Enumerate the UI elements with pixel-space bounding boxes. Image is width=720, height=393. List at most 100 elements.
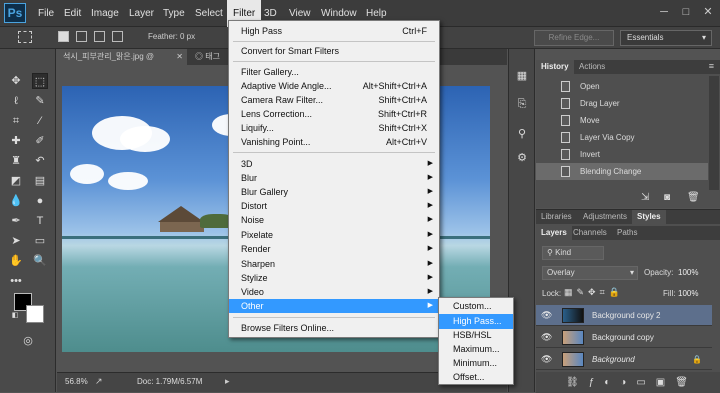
menu-item-vanishing-point[interactable]: Vanishing Point... Alt+Ctrl+V [229,135,439,149]
quick-select-tool-icon[interactable]: ✎ [32,93,48,109]
marquee-tool-icon[interactable]: ⬚ [32,73,48,89]
actions-panel-icon[interactable]: ⎘ [513,95,531,113]
move-tool-icon[interactable]: ✥ [8,73,24,89]
history-row[interactable]: Move [536,112,708,129]
eraser-tool-icon[interactable]: ◩ [8,173,24,189]
tab-paths[interactable]: Paths [612,226,642,240]
quick-mask-icon[interactable]: ◎ [20,333,36,349]
submenu-item-maximum[interactable]: Maximum... [439,342,513,357]
submenu-item-offset[interactable]: Offset... [439,370,513,385]
eye-icon[interactable]: 👁 [541,305,552,326]
layer-row[interactable]: 👁 Background copy 2 [536,305,712,326]
menu-item-browse-online[interactable]: Browse Filters Online... [229,321,439,335]
menu-item-distort[interactable]: Distort ▶ [229,199,439,213]
layer-row[interactable]: 👁 Background 🔒 [536,349,712,370]
clone-stamp-icon[interactable]: ♜ [8,153,24,169]
menu-type[interactable]: Type [157,0,191,27]
menu-image[interactable]: Image [85,0,125,27]
menu-item-convert-smart[interactable]: Convert for Smart Filters [229,44,439,58]
submenu-item-high-pass[interactable]: High Pass... [439,314,513,329]
maximize-icon[interactable]: □ [678,4,694,20]
new-selection-icon[interactable] [58,31,69,42]
history-row[interactable]: Open [536,78,708,95]
panel-menu-icon[interactable]: ≡ [709,61,714,71]
menu-item-adaptive-wide-angle[interactable]: Adaptive Wide Angle... Alt+Shift+Ctrl+A [229,79,439,93]
more-tools-icon[interactable]: ••• [8,273,24,289]
blend-mode-select[interactable]: Overlay ▾ [542,266,638,280]
export-icon[interactable]: ↗ [95,376,103,387]
hand-tool-icon[interactable]: ✋ [8,253,24,269]
history-row[interactable]: Layer Via Copy [536,129,708,146]
dodge-tool-icon[interactable]: ● [32,193,48,209]
history-row-active[interactable]: Blending Change [536,163,708,180]
tab-actions[interactable]: Actions [574,60,610,74]
document-tab[interactable]: 석시_피부관리_맑은.jpg @ ✕ [57,49,187,65]
pen-tool-icon[interactable]: ✒ [8,213,24,229]
tab-channels[interactable]: Channels [568,226,612,240]
zoom-tool-icon[interactable]: 🔍 [32,253,48,269]
tab-layers[interactable]: Layers [536,226,572,240]
eye-icon[interactable]: 👁 [541,327,552,348]
menu-edit[interactable]: Edit [58,0,87,27]
menu-item-camera-raw[interactable]: Camera Raw Filter... Shift+Ctrl+A [229,93,439,107]
default-colors-icon[interactable]: ◧ [10,311,20,321]
path-select-icon[interactable]: ➤ [8,233,24,249]
brush-tool-icon[interactable]: ✐ [32,133,48,149]
menu-item-liquify[interactable]: Liquify... Shift+Ctrl+X [229,121,439,135]
trash-icon[interactable]: 🗑 [687,192,700,203]
camera-icon[interactable]: ◙ [664,192,670,203]
history-brush-icon[interactable]: ↶ [32,153,48,169]
intersect-selection-icon[interactable] [112,31,123,42]
menu-item-render[interactable]: Render ▶ [229,242,439,256]
background-color-swatch[interactable] [26,305,44,323]
menu-item-blur-gallery[interactable]: Blur Gallery ▶ [229,185,439,199]
submenu-item-minimum[interactable]: Minimum... [439,356,513,371]
close-tab-icon[interactable]: ✕ [176,49,183,65]
snapshot-from-state-icon[interactable]: ⇲ [641,192,649,203]
workspace-select[interactable]: Essentials ▾ [620,30,712,46]
submenu-item-hsb-hsl[interactable]: HSB/HSL [439,328,513,343]
menu-item-filter-gallery[interactable]: Filter Gallery... [229,65,439,79]
eyedropper-tool-icon[interactable]: ⁄ [32,113,48,129]
menu-item-video[interactable]: Video ▶ [229,285,439,299]
add-selection-icon[interactable] [76,31,87,42]
refine-edge-button[interactable]: Refine Edge... [534,30,614,46]
history-row[interactable]: Drag Layer [536,95,708,112]
menu-layer[interactable]: Layer [123,0,160,27]
rectangle-tool-icon[interactable]: ▭ [32,233,48,249]
eye-icon[interactable]: 👁 [541,349,552,370]
opacity-input[interactable]: 100% [678,268,698,277]
menu-item-pixelate[interactable]: Pixelate ▶ [229,228,439,242]
lasso-tool-icon[interactable]: ℓ [8,93,24,109]
gradient-tool-icon[interactable]: ▤ [32,173,48,189]
fill-input[interactable]: 100% [678,289,698,298]
layer-row[interactable]: 👁 Background copy [536,327,712,348]
tab-history[interactable]: History [536,60,574,74]
menu-item-lens-correction[interactable]: Lens Correction... Shift+Ctrl+R [229,107,439,121]
zoom-level[interactable]: 56.8% [65,377,88,386]
brush-settings-icon[interactable]: ⚙ [513,149,531,167]
menu-item-noise[interactable]: Noise ▶ [229,213,439,227]
marquee-preset-icon[interactable] [18,31,32,43]
menu-item-sharpen[interactable]: Sharpen ▶ [229,257,439,271]
menu-item-stylize[interactable]: Stylize ▶ [229,271,439,285]
minimize-icon[interactable]: ─ [656,4,672,20]
close-icon[interactable]: ✕ [700,4,716,20]
history-row[interactable]: Invert [536,146,708,163]
status-arrow-icon[interactable]: ▸ [225,376,230,387]
menu-select[interactable]: Select [189,0,229,27]
type-tool-icon[interactable]: T [32,213,48,229]
subtract-selection-icon[interactable] [94,31,105,42]
menu-file[interactable]: File [32,0,60,27]
tab-adjustments[interactable]: Adjustments [578,210,632,224]
tab-libraries[interactable]: Libraries [536,210,577,224]
blur-tool-icon[interactable]: 💧 [8,193,24,209]
clone-source-icon[interactable]: ⚲ [513,125,531,143]
healing-brush-icon[interactable]: ✚ [8,133,24,149]
menu-item-high-pass[interactable]: High Pass Ctrl+F [229,24,439,38]
history-scrollbar[interactable] [709,76,719,190]
feather-input[interactable]: 0 px [180,32,195,41]
history-panel-icon[interactable]: ▦ [513,67,531,85]
menu-item-blur[interactable]: Blur ▶ [229,171,439,185]
lock-options-icons[interactable]: ▦✎✥⌗🔒 [564,287,624,298]
